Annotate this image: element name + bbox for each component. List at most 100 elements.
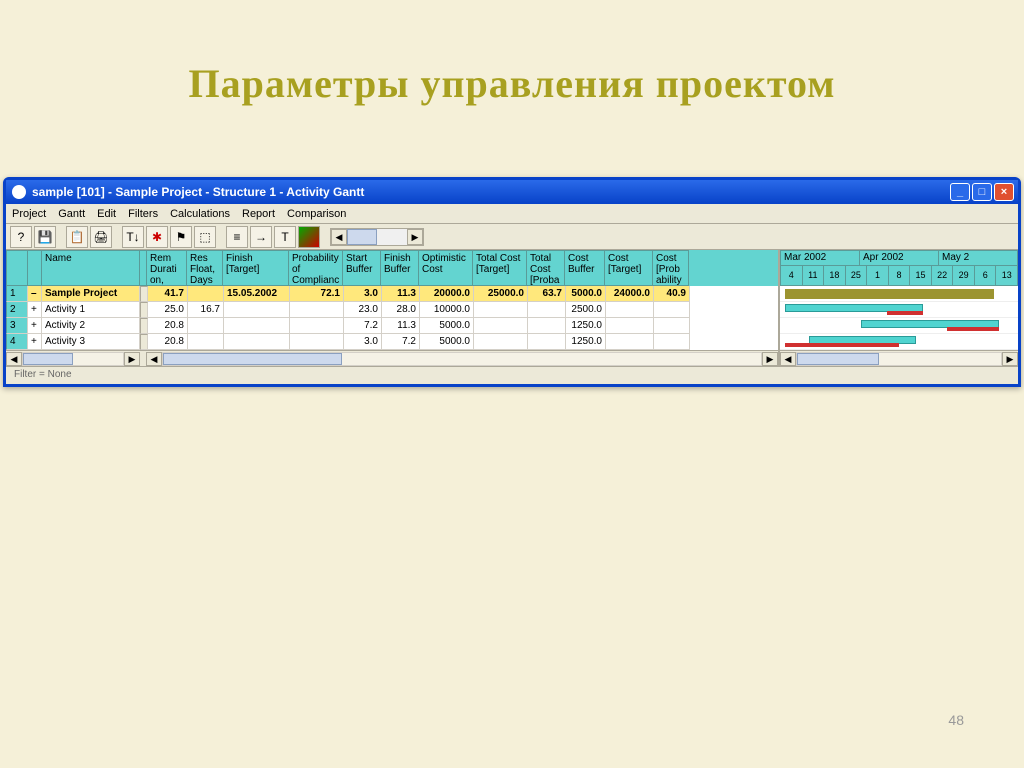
cell-opt[interactable]: 10000.0 [420, 302, 474, 318]
day-label: 1 [867, 266, 889, 286]
arrow-right-icon[interactable]: ▶ [1002, 352, 1018, 366]
cell-tcp[interactable]: 63.7 [528, 286, 566, 302]
cell-resf[interactable] [188, 286, 224, 302]
expand-toggle[interactable]: + [28, 318, 42, 334]
cell-prob[interactable]: 72.1 [290, 286, 344, 302]
cell-prob[interactable] [290, 334, 344, 350]
cell-cpr[interactable] [654, 302, 690, 318]
toolbar-slider[interactable]: ◀ ▶ [330, 228, 424, 246]
cell-ctg[interactable] [606, 302, 654, 318]
cell-tct[interactable] [474, 334, 528, 350]
cell-sbuf[interactable]: 3.0 [344, 286, 382, 302]
row-number[interactable]: 1 [6, 286, 28, 302]
help-button[interactable]: ? [10, 226, 32, 248]
cell-resf[interactable] [188, 334, 224, 350]
cell-cbuf[interactable]: 1250.0 [566, 334, 606, 350]
arrow-left-icon[interactable]: ◀ [331, 229, 347, 245]
cell-opt[interactable]: 20000.0 [420, 286, 474, 302]
cell-fin[interactable] [224, 318, 290, 334]
cell-fbuf[interactable]: 11.3 [382, 318, 420, 334]
titlebar[interactable]: sample [101] - Sample Project - Structur… [6, 180, 1018, 204]
tool-icon[interactable]: T [274, 226, 296, 248]
arrow-left-icon[interactable]: ◀ [6, 352, 22, 366]
cell-name[interactable]: Activity 2 [42, 318, 140, 334]
expand-toggle[interactable]: – [28, 286, 42, 302]
expand-toggle[interactable]: + [28, 334, 42, 350]
cell-cpr[interactable] [654, 318, 690, 334]
menu-gantt[interactable]: Gantt [58, 208, 85, 220]
cell-tcp[interactable] [528, 334, 566, 350]
cell-ctg[interactable] [606, 318, 654, 334]
tool-icon[interactable]: ⬚ [194, 226, 216, 248]
cell-ctg[interactable]: 24000.0 [606, 286, 654, 302]
cell-rem[interactable]: 25.0 [148, 302, 188, 318]
tool-icon[interactable] [298, 226, 320, 248]
cell-name[interactable]: Sample Project [42, 286, 140, 302]
menu-comparison[interactable]: Comparison [287, 208, 346, 220]
cell-tct[interactable] [474, 318, 528, 334]
cell-sbuf[interactable]: 23.0 [344, 302, 382, 318]
arrow-left-icon[interactable]: ◀ [780, 352, 796, 366]
cell-resf[interactable] [188, 318, 224, 334]
day-label: 11 [803, 266, 825, 286]
toolbar: ? 💾 📋 🖨 T↓ ✱ ⚑ ⬚ ≡ → T ◀ ▶ [6, 224, 1018, 250]
cell-prob[interactable] [290, 318, 344, 334]
cell-rem[interactable]: 20.8 [148, 318, 188, 334]
cell-cbuf[interactable]: 1250.0 [566, 318, 606, 334]
cell-cbuf[interactable]: 5000.0 [566, 286, 606, 302]
tool-icon[interactable]: ⚑ [170, 226, 192, 248]
cell-sbuf[interactable]: 3.0 [344, 334, 382, 350]
cell-cpr[interactable]: 40.9 [654, 286, 690, 302]
cell-prob[interactable] [290, 302, 344, 318]
cell-tct[interactable]: 25000.0 [474, 286, 528, 302]
minimize-button[interactable]: _ [950, 183, 970, 201]
day-label: 4 [780, 266, 803, 286]
day-label: 25 [846, 266, 868, 286]
grid-hscroll[interactable]: ◀ ▶ ◀ ▶ [6, 350, 778, 366]
cell-tct[interactable] [474, 302, 528, 318]
arrow-left-icon[interactable]: ◀ [146, 352, 162, 366]
cell-fin[interactable] [224, 302, 290, 318]
menu-calculations[interactable]: Calculations [170, 208, 230, 220]
cell-tcp[interactable] [528, 302, 566, 318]
gantt-row [780, 286, 1018, 302]
row-number[interactable]: 3 [6, 318, 28, 334]
menu-report[interactable]: Report [242, 208, 275, 220]
cell-rem[interactable]: 41.7 [148, 286, 188, 302]
maximize-button[interactable]: □ [972, 183, 992, 201]
menu-filters[interactable]: Filters [128, 208, 158, 220]
cell-fbuf[interactable]: 11.3 [382, 286, 420, 302]
cell-sbuf[interactable]: 7.2 [344, 318, 382, 334]
cell-fin[interactable] [224, 334, 290, 350]
cell-opt[interactable]: 5000.0 [420, 318, 474, 334]
cell-resf[interactable]: 16.7 [188, 302, 224, 318]
gantt-hscroll[interactable]: ◀ ▶ [780, 350, 1018, 366]
row-number[interactable]: 4 [6, 334, 28, 350]
cell-name[interactable]: Activity 1 [42, 302, 140, 318]
tool-icon[interactable]: → [250, 226, 272, 248]
print-button[interactable]: 🖨 [90, 226, 112, 248]
cell-fbuf[interactable]: 28.0 [382, 302, 420, 318]
cell-fin[interactable]: 15.05.2002 [224, 286, 290, 302]
arrow-right-icon[interactable]: ▶ [762, 352, 778, 366]
save-button[interactable]: 💾 [34, 226, 56, 248]
cell-opt[interactable]: 5000.0 [420, 334, 474, 350]
cell-name[interactable]: Activity 3 [42, 334, 140, 350]
tool-icon[interactable]: T↓ [122, 226, 144, 248]
tool-icon[interactable]: ✱ [146, 226, 168, 248]
cell-fbuf[interactable]: 7.2 [382, 334, 420, 350]
cell-cbuf[interactable]: 2500.0 [566, 302, 606, 318]
menu-project[interactable]: Project [12, 208, 46, 220]
tool-icon[interactable]: ≡ [226, 226, 248, 248]
arrow-right-icon[interactable]: ▶ [124, 352, 140, 366]
tool-icon[interactable]: 📋 [66, 226, 88, 248]
expand-toggle[interactable]: + [28, 302, 42, 318]
close-button[interactable]: × [994, 183, 1014, 201]
arrow-right-icon[interactable]: ▶ [407, 229, 423, 245]
cell-cpr[interactable] [654, 334, 690, 350]
cell-tcp[interactable] [528, 318, 566, 334]
cell-ctg[interactable] [606, 334, 654, 350]
menu-edit[interactable]: Edit [97, 208, 116, 220]
row-number[interactable]: 2 [6, 302, 28, 318]
cell-rem[interactable]: 20.8 [148, 334, 188, 350]
